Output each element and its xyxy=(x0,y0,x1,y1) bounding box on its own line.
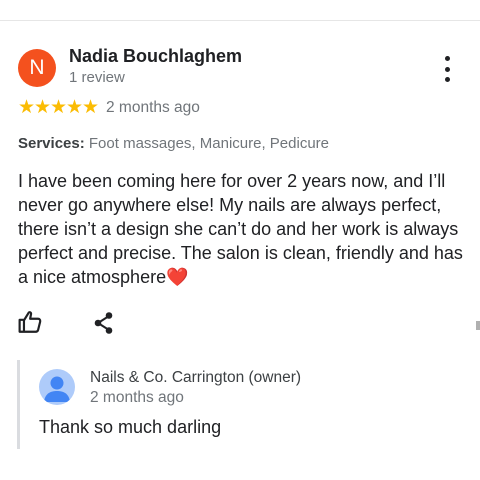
star-icon: ★ xyxy=(50,97,68,118)
reviewer-review-count: 1 review xyxy=(69,69,125,86)
top-divider xyxy=(0,20,480,21)
star-icon: ★ xyxy=(66,97,84,118)
review-date: 2 months ago xyxy=(106,99,200,116)
more-vert-icon-dot xyxy=(444,66,450,72)
review-body: I have been coming here for over 2 years… xyxy=(18,171,463,287)
scroll-edge-marker xyxy=(476,321,480,330)
star-icon: ★ xyxy=(82,97,100,118)
reviewer-avatar[interactable]: N xyxy=(18,49,56,87)
reviewer-name[interactable]: Nadia Bouchlaghem xyxy=(69,46,242,67)
more-vert-icon-dot xyxy=(444,77,450,82)
owner-name: Nails & Co. Carrington (owner) xyxy=(90,369,302,386)
more-vert-icon xyxy=(444,56,450,61)
services-value: Foot massages, Manicure, Pedicure xyxy=(88,135,330,152)
share-icon[interactable] xyxy=(93,311,115,335)
heart-emoji: ❤️ xyxy=(166,267,189,287)
star-rating: ★ ★ ★ ★ ★ xyxy=(18,97,100,118)
person-icon xyxy=(44,376,70,402)
reviewer-avatar-initial: N xyxy=(29,56,45,79)
services-label: Services: xyxy=(18,135,85,152)
review-text: I have been coming here for over 2 years… xyxy=(18,169,463,289)
owner-avatar[interactable] xyxy=(39,369,75,405)
thumbs-up-icon[interactable] xyxy=(18,309,44,335)
owner-reply-bar xyxy=(17,360,20,449)
owner-reply-date: 2 months ago xyxy=(90,389,184,406)
owner-reply-text: Thank so much darling xyxy=(39,417,222,437)
star-icon: ★ xyxy=(18,97,36,118)
star-icon: ★ xyxy=(34,97,52,118)
more-options-button[interactable] xyxy=(437,56,457,82)
services-line: Services: Foot massages, Manicure, Pedic… xyxy=(18,135,329,152)
